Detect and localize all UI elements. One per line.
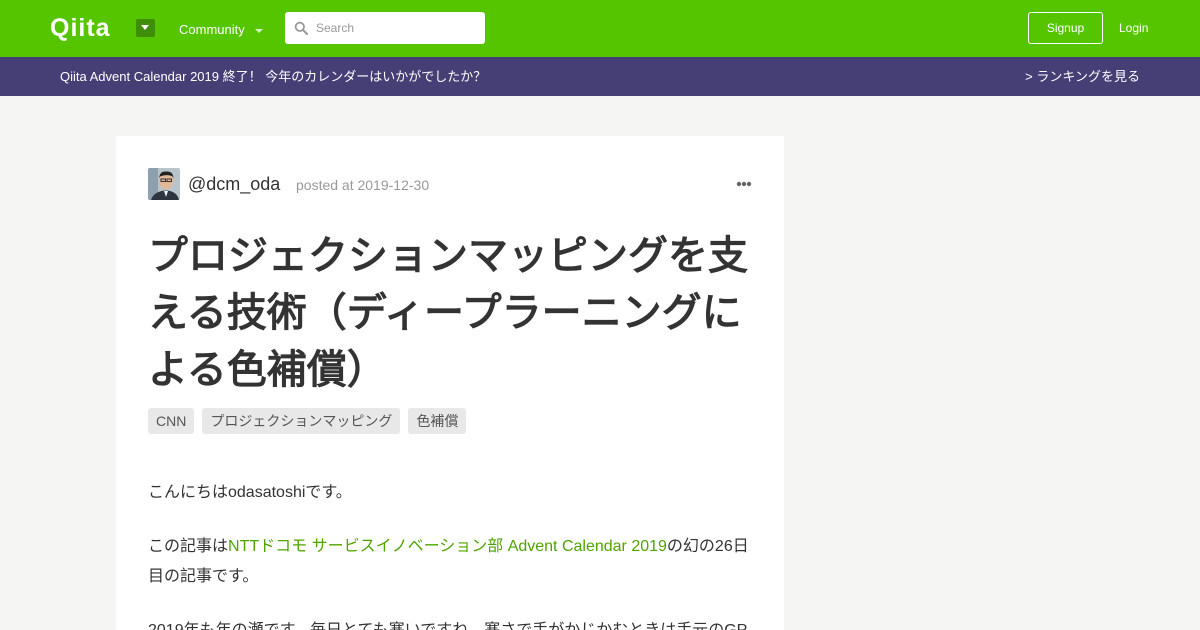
- login-link[interactable]: Login: [1119, 20, 1148, 36]
- top-header: Qiita Community Signup Login: [0, 0, 1200, 57]
- advent-paragraph: この記事はNTTドコモ サービスイノベーション部 Advent Calendar…: [148, 532, 752, 592]
- intro-paragraph: こんにちはodasatoshiです。: [148, 484, 352, 501]
- posted-date: posted at 2019-12-30: [296, 177, 430, 193]
- avatar-image: [148, 168, 180, 200]
- chevron-down-icon: [254, 28, 263, 33]
- body-paragraph: 2019年も年の瀬です。毎日とても寒いですね。寒さで手がかじかむときは手元のGP: [148, 616, 752, 630]
- logo-dropdown-button[interactable]: [136, 19, 155, 37]
- community-label: Community: [179, 22, 245, 37]
- tag-projection-mapping[interactable]: プロジェクションマッピング: [202, 408, 401, 434]
- signup-button[interactable]: Signup: [1028, 12, 1103, 44]
- advent-calendar-link[interactable]: NTTドコモ サービスイノベーション部 Advent Calendar 2019: [228, 538, 667, 555]
- tag-color-compensation[interactable]: 色補償: [408, 408, 467, 434]
- banner-message: Qiita Advent Calendar 2019 終了！ 今年のカレンダーは…: [60, 69, 487, 84]
- advent-calendar-banner: Qiita Advent Calendar 2019 終了！ 今年のカレンダーは…: [0, 57, 1200, 96]
- article-card: @dcm_oda posted at 2019-12-30 プロジェクションマッ…: [116, 136, 784, 630]
- advent-text-before: この記事は: [148, 538, 229, 555]
- community-menu[interactable]: Community: [179, 22, 263, 38]
- search-box[interactable]: [285, 12, 485, 44]
- more-options-icon[interactable]: [736, 181, 752, 187]
- qiita-logo[interactable]: Qiita: [50, 14, 111, 42]
- author-avatar[interactable]: [148, 168, 180, 200]
- search-icon: [294, 21, 308, 35]
- tag-cnn[interactable]: CNN: [148, 408, 195, 434]
- ranking-link[interactable]: > ランキングを見る: [1025, 69, 1140, 85]
- article-title: プロジェクションマッピングを支える技術（ディープラーニングによる色補償）: [148, 234, 748, 392]
- search-input[interactable]: [316, 12, 476, 44]
- author-username[interactable]: @dcm_oda: [188, 174, 280, 194]
- tag-list: CNN プロジェクションマッピング 色補償: [148, 408, 467, 434]
